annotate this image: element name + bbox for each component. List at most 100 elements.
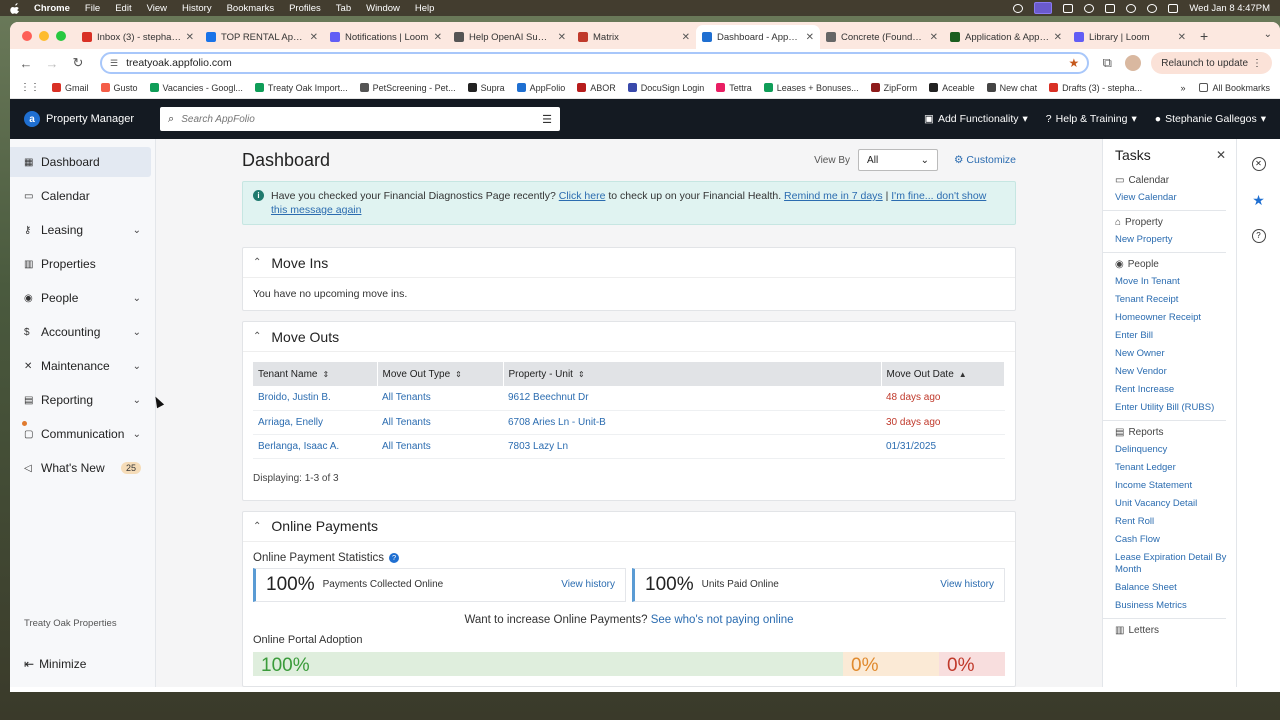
wifi-icon[interactable] [1126,3,1137,13]
menu-edit[interactable]: Edit [115,3,131,14]
col-tenant-name[interactable]: Tenant Name ⇕ [253,362,378,386]
task-link[interactable]: Tenant Receipt [1115,294,1236,306]
browser-tab[interactable]: Dashboard - AppFolio ✕ [696,25,820,49]
task-link[interactable]: Income Statement [1115,480,1236,492]
bluetooth-icon[interactable] [1084,3,1095,13]
sidebar-item-dashboard[interactable]: ▦ Dashboard [10,147,151,177]
browser-tab[interactable]: Matrix ✕ [572,25,696,49]
move-out-type-link[interactable]: All Tenants [382,417,431,428]
battery-icon[interactable] [1105,3,1116,13]
task-link[interactable]: Move In Tenant [1115,276,1236,288]
tab-close-icon[interactable]: ✕ [558,32,566,43]
all-bookmarks-folder[interactable]: All Bookmarks [1199,83,1270,93]
see-who-not-paying-link[interactable]: See who's not paying online [651,614,794,626]
menu-app-name[interactable]: Chrome [34,3,70,14]
col-move-out-type[interactable]: Move Out Type ⇕ [377,362,504,386]
back-arrow-icon[interactable]: ← [18,56,34,71]
status-grid-icon[interactable] [1063,3,1074,13]
bookmark-item[interactable]: Tettra [716,83,752,93]
close-window-icon[interactable] [22,31,32,41]
tab-close-icon[interactable]: ✕ [1178,32,1186,43]
bookmark-item[interactable]: PetScreening - Pet... [359,83,456,93]
task-link[interactable]: Enter Utility Bill (RUBS) [1115,402,1236,414]
question-icon[interactable]: ? [389,552,400,563]
sidebar-item-accounting[interactable]: $ Accounting ⌄ [10,317,151,347]
task-link[interactable]: New Owner [1115,348,1236,360]
bookmark-item[interactable]: New chat [986,83,1037,93]
view-history-link[interactable]: View history [940,579,994,590]
browser-tab[interactable]: Notifications | Loom ✕ [324,25,448,49]
online-payments-header[interactable]: ⌃ Online Payments [243,512,1015,542]
menu-history[interactable]: History [182,3,212,14]
bookmark-item[interactable]: Gmail [52,83,89,93]
col-property-unit[interactable]: Property - Unit ⇕ [503,362,882,386]
bookmark-item[interactable]: Gusto [100,83,138,93]
appfolio-logo-icon[interactable]: a [24,111,40,127]
menu-profiles[interactable]: Profiles [289,3,321,14]
more-bookmarks-chevron-icon[interactable]: » [1180,83,1185,93]
move-outs-header[interactable]: ⌃ Move Outs [243,322,1015,352]
bookmark-item[interactable]: Aceable [929,83,975,93]
customize-button[interactable]: ⚙ Customize [954,154,1016,166]
tab-close-icon[interactable]: ✕ [186,32,194,43]
property-unit-link[interactable]: 7803 Lazy Ln [508,441,568,452]
minimize-window-icon[interactable] [39,31,49,41]
tab-close-icon[interactable]: ✕ [930,32,938,43]
property-unit-link[interactable]: 6708 Aries Ln - Unit-B [508,417,606,428]
tab-close-icon[interactable]: ✕ [434,32,442,43]
tab-search-chevron-icon[interactable]: ⌄ [1264,29,1272,40]
menu-tab[interactable]: Tab [336,3,351,14]
minimize-sidebar-button[interactable]: ⇤ Minimize [24,657,86,671]
tab-close-icon[interactable]: ✕ [806,32,814,43]
bookmark-star-icon[interactable]: ★ [1069,56,1080,70]
view-history-link[interactable]: View history [561,579,615,590]
screen-share-icon[interactable] [1034,2,1053,14]
bookmark-item[interactable]: AppFolio [516,83,565,93]
browser-tab[interactable]: Concrete (Foundation ✕ [820,25,944,49]
task-link[interactable]: Homeowner Receipt [1115,312,1236,324]
user-menu[interactable]: ● Stephanie Gallegos ▾ [1155,113,1266,125]
help-question-icon[interactable]: ? [1251,229,1266,243]
move-out-type-link[interactable]: All Tenants [382,441,431,452]
browser-tab[interactable]: Library | Loom ✕ [1068,25,1192,49]
click-here-link[interactable]: Click here [559,190,606,202]
brand-name[interactable]: Property Manager [46,113,134,125]
tenant-link[interactable]: Broido, Justin B. [258,392,331,403]
bookmark-item[interactable]: Vacancies - Googl... [149,83,243,93]
bookmark-item[interactable]: Supra [467,83,505,93]
browser-tab[interactable]: TOP RENTAL Applications ✕ [200,25,324,49]
task-link[interactable]: View Calendar [1115,192,1236,204]
bookmark-item[interactable]: ABOR [577,83,616,93]
task-link[interactable]: Unit Vacancy Detail [1115,498,1236,510]
url-text[interactable]: treatyoak.appfolio.com [126,57,232,69]
browser-tab[interactable]: Application & Approval ✕ [944,25,1068,49]
sidebar-item-maintenance[interactable]: ✕ Maintenance ⌄ [10,351,151,381]
sidebar-item-people[interactable]: ◉ People ⌄ [10,283,151,313]
move-out-type-link[interactable]: All Tenants [382,392,431,403]
property-unit-link[interactable]: 9612 Beechnut Dr [508,392,589,403]
extensions-icon[interactable]: ⧉ [1099,55,1115,71]
apple-icon[interactable] [10,2,20,14]
add-functionality-menu[interactable]: ▣ Add Functionality ▾ [924,113,1028,125]
tenant-link[interactable]: Berlanga, Isaac A. [258,441,339,452]
menu-help[interactable]: Help [415,3,435,14]
close-circle-icon[interactable]: ✕ [1251,157,1266,171]
bookmark-item[interactable]: DocuSign Login [627,83,704,93]
spotlight-icon[interactable] [1147,3,1158,13]
site-info-icon[interactable]: ☰ [110,58,118,69]
close-icon[interactable]: ✕ [1216,148,1226,162]
task-link[interactable]: Business Metrics [1115,600,1236,612]
apps-grid-icon[interactable]: ⋮⋮ [20,82,40,93]
browser-tab[interactable]: Inbox (3) - stephanie ✕ [76,25,200,49]
task-link[interactable]: Tenant Ledger [1115,462,1236,474]
favorites-star-icon[interactable]: ★ [1252,193,1266,207]
menu-window[interactable]: Window [366,3,400,14]
forward-arrow-icon[interactable]: → [44,56,60,71]
view-by-select[interactable]: All ⌄ [858,149,939,171]
menu-view[interactable]: View [147,3,167,14]
filter-sliders-icon[interactable]: ☰ [542,113,552,126]
zoom-window-icon[interactable] [56,31,66,41]
sidebar-item-properties[interactable]: ▥ Properties [10,249,151,279]
col-move-out-date[interactable]: Move Out Date ▲ [881,362,1005,386]
remind-me-link[interactable]: Remind me in 7 days [784,190,883,202]
